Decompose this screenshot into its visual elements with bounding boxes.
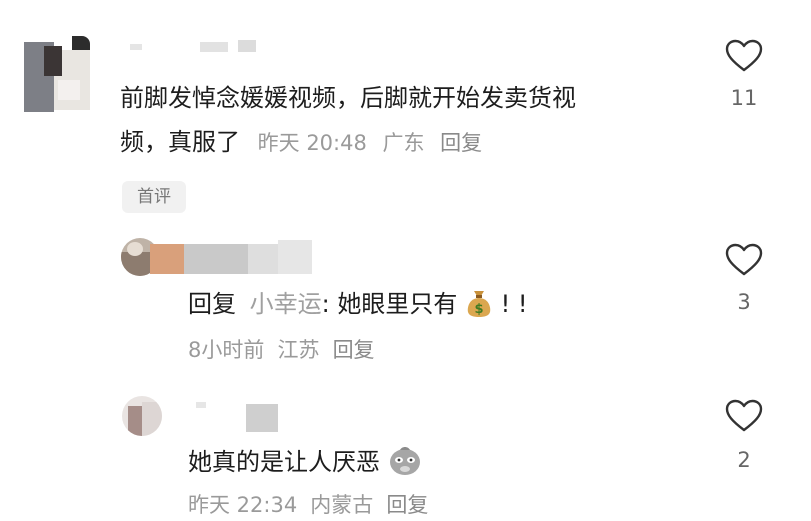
reply-text-body: : 她眼里只有	[321, 290, 458, 318]
comment-meta: 昨天 22:34 内蒙古 回复	[188, 491, 428, 521]
first-comment-badge: 首评	[122, 181, 186, 213]
heart-icon[interactable]	[724, 398, 764, 434]
reply-prefix: 回复	[188, 290, 236, 318]
comment-time: 8小时前	[188, 338, 265, 362]
reply-text: 回复 小幸运: 她眼里只有 $ ! !	[188, 282, 668, 326]
comment-time: 昨天 22:34	[188, 493, 298, 517]
comment-location: 江苏	[277, 338, 320, 362]
comment-text: 前脚发悼念媛媛视频，后脚就开始发卖货视 频，真服了 昨天 20:48 广东 回复	[120, 76, 700, 165]
username-redacted[interactable]	[196, 402, 286, 434]
comment-location: 内蒙古	[310, 493, 374, 517]
like-count: 2	[737, 448, 751, 472]
svg-text:$: $	[474, 302, 483, 317]
comment-text-line-1: 前脚发悼念媛媛视频，后脚就开始发卖货视	[120, 84, 576, 112]
money-bag-icon: $	[467, 291, 491, 317]
heart-icon[interactable]	[724, 242, 764, 278]
reply-button[interactable]: 回复	[386, 493, 428, 517]
like-count: 11	[730, 86, 758, 110]
comment-text: 她真的是让人厌恶	[188, 440, 508, 484]
heart-icon[interactable]	[724, 38, 764, 74]
comment-location: 广东	[382, 131, 425, 155]
comment-text-line-2: 频，真服了 昨天 20:48 广东 回复	[120, 120, 700, 165]
avatar[interactable]	[122, 396, 162, 436]
reply-text-suffix: ! !	[493, 290, 528, 318]
comment-time: 昨天 20:48	[257, 131, 367, 155]
username-redacted[interactable]	[150, 240, 312, 274]
comment-text-line-2-text: 频，真服了	[120, 128, 240, 156]
username-redacted[interactable]	[130, 40, 260, 54]
like-count: 3	[737, 290, 751, 314]
comment-text-body: 她真的是让人厌恶	[188, 448, 380, 476]
avatar[interactable]	[24, 36, 90, 112]
unamused-face-icon	[389, 447, 420, 475]
reply-button[interactable]: 回复	[333, 338, 375, 362]
reply-meta: 8小时前 江苏 回复	[188, 336, 375, 366]
reply-button[interactable]: 回复	[440, 131, 482, 155]
mention-username[interactable]: 小幸运	[250, 290, 322, 318]
